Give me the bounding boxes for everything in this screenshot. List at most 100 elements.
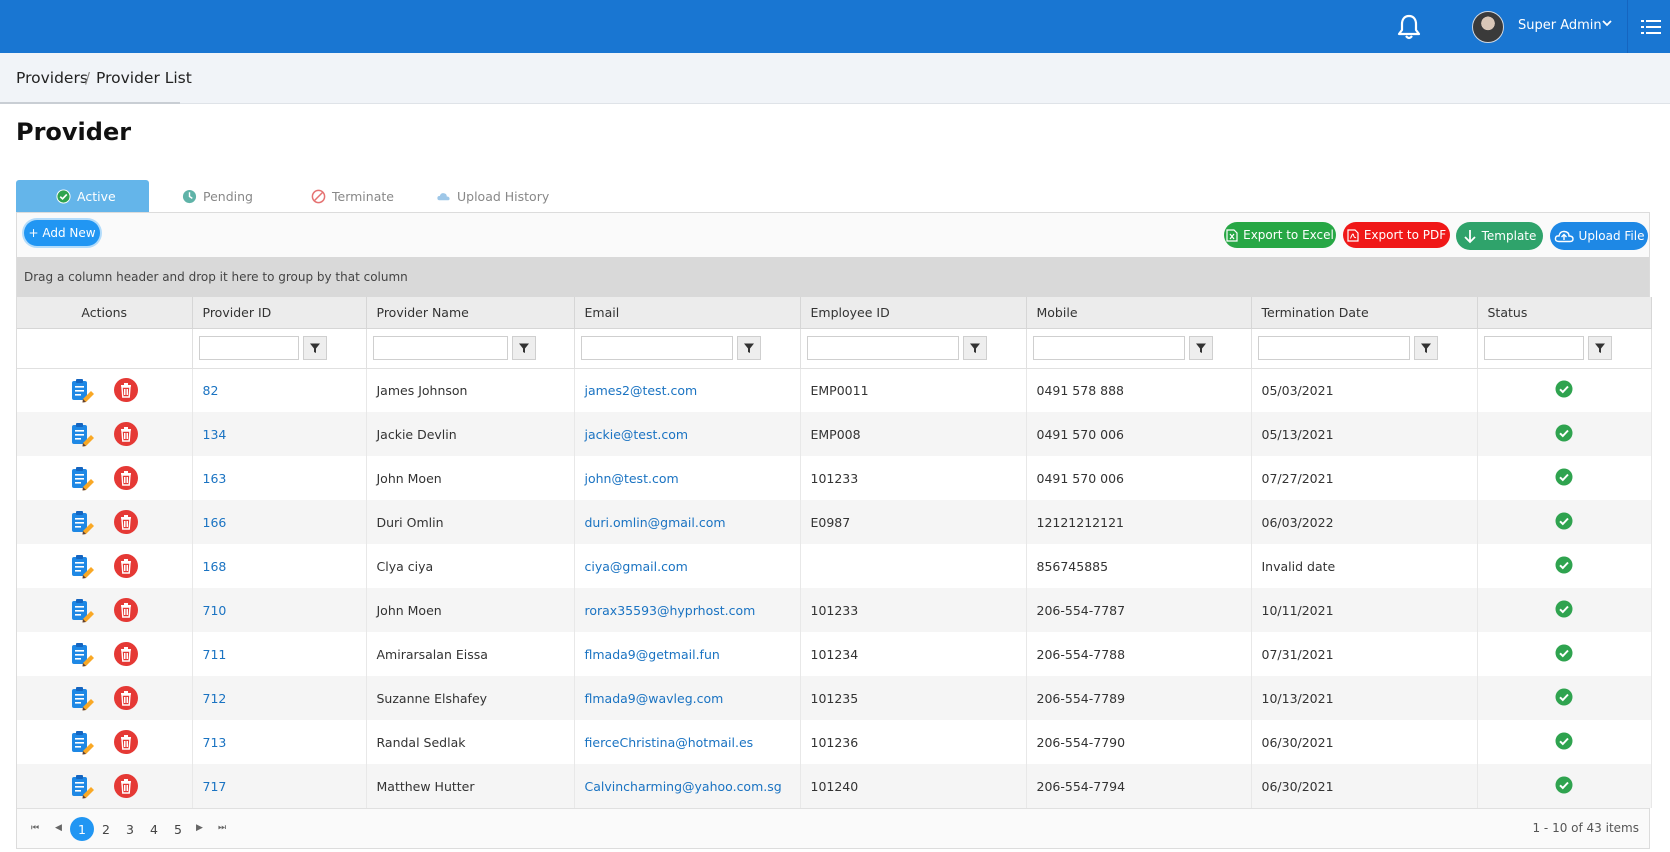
table-row[interactable]: 713 Randal Sedlak fierceChristina@hotmail.…	[17, 720, 1652, 764]
filter-button[interactable]	[511, 336, 536, 360]
filter-input-employee-id[interactable]	[806, 336, 959, 360]
cell-provider-id[interactable]: 717	[192, 764, 367, 808]
delete-trash-icon[interactable]	[113, 421, 139, 447]
cell-provider-id[interactable]: 82	[192, 368, 367, 412]
upload-file-button[interactable]: Upload File	[1550, 222, 1648, 250]
delete-trash-icon[interactable]	[113, 465, 139, 491]
page-button-3[interactable]: 3	[118, 817, 142, 841]
cell-email[interactable]: flmada9@wavleg.com	[574, 676, 801, 720]
filter-input-mobile[interactable]	[1032, 336, 1185, 360]
first-page-icon[interactable]: ⏮	[31, 823, 39, 833]
filter-button[interactable]	[736, 336, 761, 360]
filter-input-provider-id[interactable]	[198, 336, 299, 360]
prev-page-icon[interactable]: ◀	[55, 823, 62, 833]
table-row[interactable]: 163 John Moen john@test.com 101233 0491 570 …	[17, 456, 1652, 500]
cell-provider-id[interactable]: 168	[192, 544, 367, 588]
table-row[interactable]: 717 Matthew Hutter Calvincharming@yahoo.co…	[17, 764, 1652, 808]
user-name[interactable]: Super Admin	[1518, 18, 1602, 33]
filter-button[interactable]	[1413, 336, 1438, 360]
export-excel-button[interactable]: Export to Excel	[1224, 222, 1336, 248]
cell-email[interactable]: ciya@gmail.com	[574, 544, 801, 588]
export-pdf-button[interactable]: Export to PDF	[1343, 222, 1450, 248]
table-row[interactable]: 712 Suzanne Elshafey flmada9@wavleg.com 101…	[17, 676, 1652, 720]
col-header-employee-id[interactable]: Employee ID	[800, 297, 1027, 329]
tab-active[interactable]: Active	[16, 180, 149, 212]
filter-input-email[interactable]	[580, 336, 733, 360]
cell-provider-id[interactable]: 163	[192, 456, 367, 500]
edit-document-icon[interactable]	[69, 685, 95, 711]
delete-trash-icon[interactable]	[113, 729, 139, 755]
last-page-icon[interactable]: ⏭	[218, 823, 226, 833]
page-button-5[interactable]: 5	[166, 817, 190, 841]
cell-provider-id[interactable]: 134	[192, 412, 367, 456]
table-row[interactable]: 134 Jackie Devlin jackie@test.com EMP008 049…	[17, 412, 1652, 456]
list-menu-icon[interactable]	[1640, 17, 1662, 37]
cell-email[interactable]: jackie@test.com	[574, 412, 801, 456]
delete-trash-icon[interactable]	[113, 597, 139, 623]
tab-pending[interactable]: Pending	[170, 180, 280, 212]
table-row[interactable]: 711 Amirarsalan Eissa flmada9@getmail.fun 1…	[17, 632, 1652, 676]
edit-document-icon[interactable]	[69, 421, 95, 447]
notification-bell-icon[interactable]	[1396, 13, 1422, 41]
filter-button[interactable]	[962, 336, 987, 360]
cell-email[interactable]: james2@test.com	[574, 368, 801, 412]
page-button-4[interactable]: 4	[142, 817, 166, 841]
cell-provider-id[interactable]: 713	[192, 720, 367, 764]
table-row[interactable]: 166 Duri Omlin duri.omlin@gmail.com E0987 12…	[17, 500, 1652, 544]
delete-trash-icon[interactable]	[113, 553, 139, 579]
delete-trash-icon[interactable]	[113, 641, 139, 667]
col-header-provider-id[interactable]: Provider ID	[192, 297, 367, 329]
delete-trash-icon[interactable]	[113, 773, 139, 799]
col-header-mobile[interactable]: Mobile	[1026, 297, 1252, 329]
cell-email[interactable]: flmada9@getmail.fun	[574, 632, 801, 676]
table-row[interactable]: 168 Clya ciya ciya@gmail.com 856745885 Inval…	[17, 544, 1652, 588]
cell-termination-date: 07/27/2021	[1251, 456, 1478, 500]
cell-email[interactable]: duri.omlin@gmail.com	[574, 500, 801, 544]
edit-document-icon[interactable]	[69, 597, 95, 623]
col-header-provider-name[interactable]: Provider Name	[366, 297, 575, 329]
col-header-termination-date[interactable]: Termination Date	[1251, 297, 1478, 329]
grid-toolbar: + Add New Export to Excel Export to PDF …	[17, 213, 1649, 257]
filter-input-status[interactable]	[1483, 336, 1584, 360]
edit-document-icon[interactable]	[69, 729, 95, 755]
cell-provider-id[interactable]: 166	[192, 500, 367, 544]
edit-document-icon[interactable]	[69, 377, 95, 403]
filter-button[interactable]	[1587, 336, 1612, 360]
cell-email[interactable]: rorax35593@hyprhost.com	[574, 588, 801, 632]
filter-input-termination-date[interactable]	[1257, 336, 1410, 360]
col-header-actions[interactable]: Actions	[17, 297, 193, 329]
table-row[interactable]: 82 James Johnson james2@test.com EMP0011 049…	[17, 368, 1652, 412]
chevron-down-icon[interactable]	[1601, 17, 1613, 29]
tab-terminate[interactable]: Terminate	[299, 180, 409, 212]
edit-document-icon[interactable]	[69, 465, 95, 491]
page-button-2[interactable]: 2	[94, 817, 118, 841]
delete-trash-icon[interactable]	[113, 509, 139, 535]
delete-trash-icon[interactable]	[113, 377, 139, 403]
template-button[interactable]: Template	[1456, 222, 1543, 250]
cell-email[interactable]: fierceChristina@hotmail.es	[574, 720, 801, 764]
filter-input-provider-name[interactable]	[372, 336, 508, 360]
table-row[interactable]: 710 John Moen rorax35593@hyprhost.com 10123…	[17, 588, 1652, 632]
edit-document-icon[interactable]	[69, 553, 95, 579]
edit-document-icon[interactable]	[69, 509, 95, 535]
group-drop-area[interactable]: Drag a column header and drop it here to…	[17, 257, 1649, 297]
breadcrumb-providers[interactable]: Providers	[16, 69, 88, 87]
col-header-email[interactable]: Email	[574, 297, 801, 329]
add-new-button[interactable]: + Add New	[24, 220, 100, 246]
next-page-icon[interactable]: ▶	[196, 823, 203, 833]
page-button-1[interactable]: 1	[70, 817, 94, 841]
edit-document-icon[interactable]	[69, 641, 95, 667]
col-header-status[interactable]: Status	[1477, 297, 1652, 329]
tab-upload-history[interactable]: Upload History	[424, 180, 564, 212]
filter-button[interactable]	[1188, 336, 1213, 360]
cell-provider-id[interactable]: 711	[192, 632, 367, 676]
cell-provider-id[interactable]: 710	[192, 588, 367, 632]
edit-document-icon[interactable]	[69, 773, 95, 799]
delete-trash-icon[interactable]	[113, 685, 139, 711]
filter-button[interactable]	[302, 336, 327, 360]
cell-provider-id[interactable]: 712	[192, 676, 367, 720]
cell-email[interactable]: john@test.com	[574, 456, 801, 500]
filter-icon	[518, 343, 529, 353]
cell-email[interactable]: Calvincharming@yahoo.com.sg	[574, 764, 801, 808]
avatar[interactable]	[1472, 11, 1504, 43]
